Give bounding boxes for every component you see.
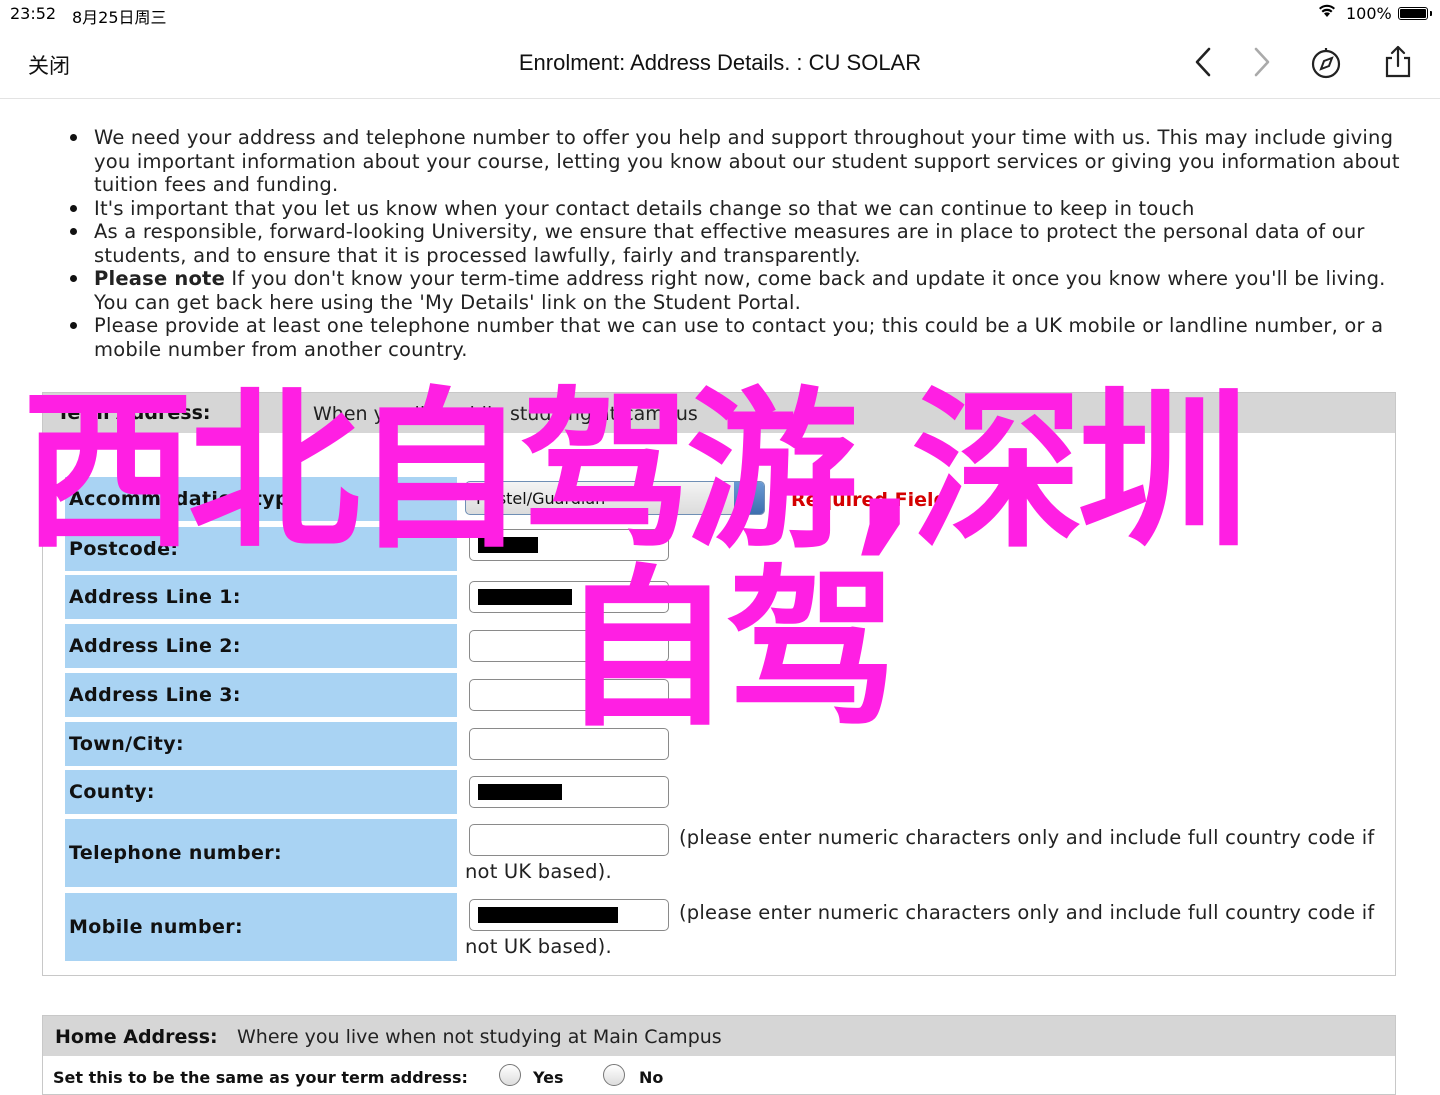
same-as-term-no-radio[interactable] — [603, 1064, 625, 1086]
bullet-item: We need your address and telephone numbe… — [70, 126, 1400, 197]
battery-icon — [1398, 7, 1432, 20]
bullet-item: Please note If you don't know your term-… — [70, 267, 1400, 314]
mobile-hint: (please enter numeric characters only an… — [465, 901, 1375, 958]
county-input[interactable] — [469, 776, 669, 808]
bullet-item: It's important that you let us know when… — [70, 197, 1400, 221]
address-line-1-label: Address Line 1: — [65, 575, 457, 619]
forward-icon[interactable] — [1244, 44, 1280, 80]
same-as-term-yes-radio[interactable] — [499, 1064, 521, 1086]
back-icon[interactable] — [1186, 44, 1222, 80]
address-line-2-label: Address Line 2: — [65, 624, 457, 668]
overlay-text-line-2: 自驾 — [560, 549, 898, 750]
compass-icon[interactable] — [1308, 44, 1344, 80]
same-as-term-question: Set this to be the same as your term add… — [53, 1068, 468, 1087]
status-time: 23:52 — [10, 4, 57, 23]
page-title: Enrolment: Address Details. : CU SOLAR — [518, 50, 922, 75]
nav-bar: 关闭 Enrolment: Address Details. : CU SOLA… — [0, 28, 1440, 99]
home-address-label: Home Address: — [55, 1026, 218, 1048]
home-address-desc: Where you live when not studying at Main… — [237, 1026, 722, 1048]
address-line-3-label: Address Line 3: — [65, 673, 457, 717]
bullet-item: As a responsible, forward-looking Univer… — [70, 220, 1400, 267]
telephone-hint: (please enter numeric characters only an… — [465, 826, 1375, 883]
battery-percent: 100% — [1346, 4, 1392, 23]
home-address-panel: Home Address: Where you live when not st… — [42, 1015, 1396, 1095]
yes-label: Yes — [533, 1068, 564, 1087]
county-label: County: — [65, 770, 457, 814]
overlay-text-line-1: 西北自驾游,深圳 — [22, 371, 1249, 572]
wifi-icon — [1318, 3, 1336, 23]
telephone-label: Telephone number: — [65, 819, 457, 887]
mobile-label: Mobile number: — [65, 893, 457, 961]
please-note-label: Please note — [94, 267, 226, 290]
info-bullet-list: We need your address and telephone numbe… — [70, 126, 1400, 361]
status-bar: 23:52 8月25日周三 100% — [0, 0, 1440, 28]
status-date: 8月25日周三 — [72, 8, 167, 27]
bullet-item: Please provide at least one telephone nu… — [70, 314, 1400, 361]
home-address-header: Home Address: Where you live when not st… — [43, 1016, 1395, 1056]
share-icon[interactable] — [1380, 44, 1416, 80]
town-city-label: Town/City: — [65, 722, 457, 766]
no-label: No — [639, 1068, 664, 1087]
